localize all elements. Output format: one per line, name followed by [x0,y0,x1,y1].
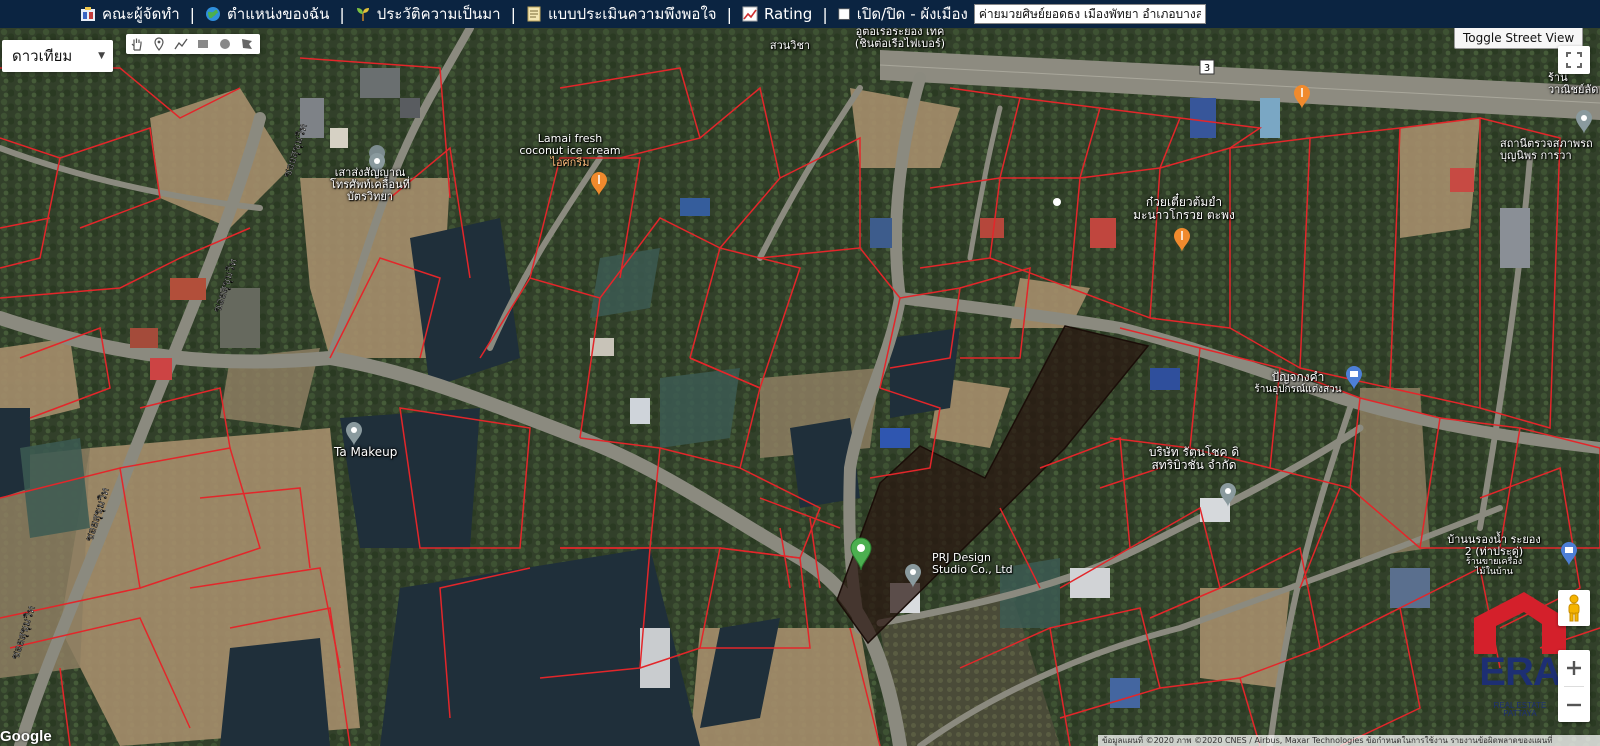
poi-label-suan-wicha[interactable]: สวนวิชา [769,39,811,52]
rectangle-icon [198,40,208,48]
poi-line: ปัญจกงคำ [1271,370,1325,384]
toolbar-item-label: เปิด/ปิด - ผังเมือง [856,5,968,23]
hand-icon [131,38,142,51]
map-attribution[interactable]: ข้อมูลแผนที่ ©2020 ภาพ ©2020 CNES / Airb… [1098,735,1600,746]
location-dot [1053,198,1061,206]
poi-label-right-station[interactable]: สถานีตรวจสภาพรถ บุญนิพร การวา [1500,137,1593,163]
map-type-label: ดาวเทียม [12,47,73,65]
poi-line: บัตรวิทยา [346,190,394,204]
poi-label-right-top[interactable]: ร้าน วาณิชย์ลัด [1548,71,1599,97]
plus-icon [1567,661,1581,675]
marker-tool-button[interactable] [148,34,170,54]
fullscreen-button[interactable] [1558,46,1590,74]
zoom-out-button[interactable] [1558,687,1590,723]
toolbar-divider: | [339,4,345,24]
toolbar-item-team[interactable]: คณะผู้จัดทำ [80,2,180,26]
poi-line: ไม้ในบ้าน [1475,567,1513,578]
toolbar-item-label: Rating [763,5,813,23]
poi-line: มะนาวโกรวย ตะพง [1133,208,1235,223]
circle-icon [220,39,230,49]
poi-line: สทริบิวชั่น จำกัด [1151,458,1237,473]
poi-label-lamai[interactable]: Lamai fresh coconut ice cream ไอศกรีม [519,132,620,170]
poi-line: สวนวิชา [769,39,811,52]
map-type-dropdown[interactable]: ดาวเทียม ▼ [2,40,113,72]
chart-icon [742,6,758,22]
toolbar-item-survey[interactable]: แบบประเมินความพึงพอใจ [526,2,717,26]
poi-label-kuay-tiew[interactable]: ก๋วยเตี๋ยวต้มยำ มะนาวโกรวย ตะพง [1133,195,1235,223]
drawing-toolbar [126,34,260,54]
map-imagery: 3 ซอยสุขุมวิท ซอยสุขุมวิท ซอยสุขุมวิท ซอ… [0,28,1600,746]
zoom-in-button[interactable] [1558,650,1590,686]
checkbox-icon[interactable] [838,7,851,21]
team-icon [81,7,95,21]
zoom-control [1558,650,1590,722]
poi-line: บุญนิพร การวา [1500,149,1572,163]
toolbar-item-my-location[interactable]: ตำแหน่งของฉัน [205,2,329,26]
poi-line: ไอศกรีม [550,156,590,170]
globe-icon [206,7,221,21]
toolbar-divider: | [822,4,828,24]
toolbar-item-label: แบบประเมินความพึงพอใจ [547,5,717,23]
street-view-pegman[interactable] [1558,590,1590,626]
poi-label-sao-song[interactable]: เสาส่งสัญญาณ โทรศัพท์เคลื่อนที่ บัตรวิทย… [330,166,410,204]
toolbar-divider: | [510,4,516,24]
chevron-down-icon: ▼ [98,51,105,61]
poi-label-prj[interactable]: PRJ Design Studio Co., Ltd [932,551,1013,577]
poi-label-borisat[interactable]: บริษัท รัตนโชค ดิ สทริบิวชั่น จำกัด [1149,445,1239,473]
poi-line: Studio Co., Ltd [932,563,1013,577]
rectangle-tool-button[interactable] [192,34,214,54]
clipboard-icon [527,6,541,22]
poi-label-top-center[interactable]: อู่ต่อเรือระยอง เทค (ชินต่อเรือไฟเบอร์) [855,28,945,50]
poi-label-panya[interactable]: ปัญจกงคำ ร้านอุปกรณ์แต่งสวน [1254,370,1342,396]
google-logo: Google [0,728,52,745]
poi-label-ta-makeup[interactable]: Ta Makeup [334,445,398,459]
satellite-map[interactable]: 3 ซอยสุขุมวิท ซอยสุขุมวิท ซอยสุขุมวิท ซอ… [0,28,1600,746]
toolbar-item-rating[interactable]: Rating [742,5,812,23]
toolbar-divider: | [189,4,196,24]
poi-line: Ta Makeup [334,445,398,459]
top-toolbar: คณะผู้จัดทำ | ตำแหน่งของฉัน | ประวัติควา… [0,0,1600,28]
poi-line: วาณิชย์ลัด [1548,83,1599,97]
poi-label-ban-narong[interactable]: บ้านนรองน้ำ ระยอง 2 (ท่าประดู่) ร้านขายเ… [1447,533,1541,578]
circle-tool-button[interactable] [214,34,236,54]
toolbar-item-label: ตำแหน่งของฉัน [227,5,330,23]
toolbar-divider: | [726,4,732,24]
search-input[interactable] [973,4,1206,24]
sprout-icon [356,8,369,21]
toolbar-item-history[interactable]: ประวัติความเป็นมา [355,2,501,26]
polygon-tool-button[interactable] [236,34,258,54]
polyline-tool-button[interactable] [170,34,192,54]
poi-line: ร้านอุปกรณ์แต่งสวน [1254,384,1342,396]
polygon-icon [242,39,252,49]
toolbar-item-label: ประวัติความเป็นมา [376,5,501,23]
fullscreen-icon [1566,52,1582,68]
polyline-icon [174,38,188,50]
toolbar-item-zoning-toggle[interactable]: เปิด/ปิด - ผังเมือง [838,2,968,26]
hand-tool-button[interactable] [126,34,148,54]
marker-icon [154,37,164,51]
pegman-icon [1568,594,1580,622]
poi-line: (ชินต่อเรือไฟเบอร์) [854,37,946,51]
toolbar-item-label: คณะผู้จัดทำ [102,5,180,23]
road-shield-number: 3 [1204,63,1210,74]
minus-icon [1567,703,1581,707]
